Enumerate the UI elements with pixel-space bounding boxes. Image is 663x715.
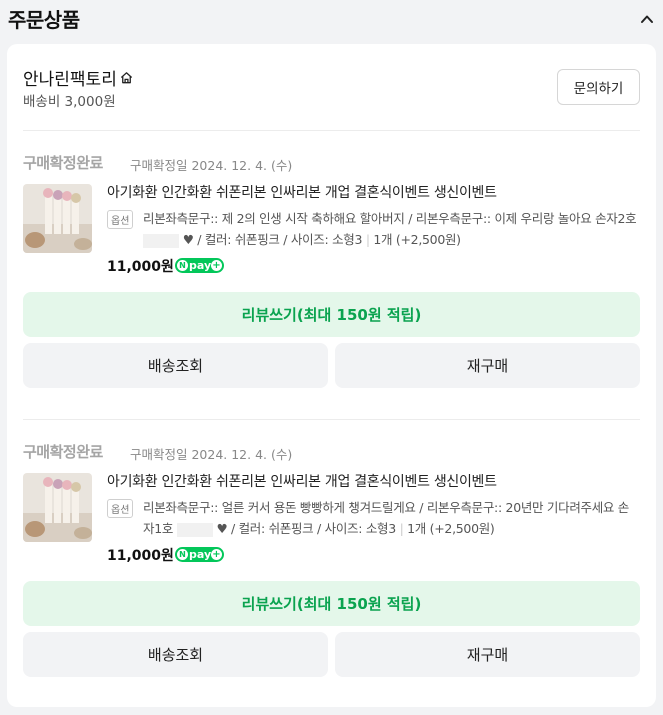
- write-review-button[interactable]: 리뷰쓰기(최대 150원 적립): [23, 581, 640, 626]
- option-text-part2: ♥ / 컬러: 쉬폰핑크 / 사이즈: 소형3: [216, 521, 396, 536]
- reorder-button[interactable]: 재구매: [335, 343, 640, 388]
- option-text-part2: ♥ / 컬러: 쉬폰핑크 / 사이즈: 소형3: [182, 232, 363, 247]
- order-card: 안나린팩토리 배송비 3,000원 문의하기 구매확정완료 구매확정일 2024…: [7, 44, 656, 707]
- reorder-button[interactable]: 재구매: [335, 632, 640, 677]
- seller-name: 안나린팩토리: [23, 70, 117, 90]
- separator: |: [362, 232, 374, 247]
- track-delivery-button[interactable]: 배송조회: [23, 632, 328, 677]
- product-name[interactable]: 아기화환 인간화환 쉬폰리본 인싸리본 개업 결혼식이벤트 생신이벤트: [107, 182, 497, 202]
- order-status: 구매확정완료: [23, 443, 103, 461]
- seller-link[interactable]: 안나린팩토리: [23, 65, 134, 90]
- separator: |: [395, 521, 408, 536]
- divider: [23, 130, 640, 131]
- npay-label: pay: [189, 259, 212, 272]
- confirm-date: 구매확정일 2024. 12. 4. (수): [130, 447, 293, 462]
- order-status: 구매확정완료: [23, 154, 103, 172]
- quantity: 1개 (+2,500원): [373, 232, 461, 247]
- inquiry-button[interactable]: 문의하기: [557, 69, 640, 105]
- section-title: 주문상품: [8, 8, 80, 32]
- option-text: 리본좌측문구:: 제 2의 인생 시작 축하해요 할아버지 / 리본우측문구::…: [143, 208, 637, 250]
- quantity: 1개 (+2,500원): [407, 521, 495, 536]
- price: 11,000원: [107, 259, 174, 275]
- plus-icon: +: [211, 260, 222, 271]
- shipping-fee: 배송비 3,000원: [23, 94, 116, 110]
- option-badge: 옵션: [107, 499, 134, 518]
- product-name[interactable]: 아기화환 인간화환 쉬폰리본 인싸리본 개업 결혼식이벤트 생신이벤트: [107, 471, 497, 491]
- npay-label: pay: [189, 548, 212, 561]
- section-header: 주문상품: [0, 0, 663, 40]
- option-badge: 옵션: [107, 210, 134, 229]
- chevron-up-icon[interactable]: [640, 12, 654, 26]
- npay-n-mark: N: [177, 549, 188, 560]
- write-review-button[interactable]: 리뷰쓰기(최대 150원 적립): [23, 292, 640, 337]
- price: 11,000원: [107, 548, 174, 564]
- masked-text: [143, 233, 179, 248]
- track-delivery-button[interactable]: 배송조회: [23, 343, 328, 388]
- confirm-date: 구매확정일 2024. 12. 4. (수): [130, 158, 293, 173]
- option-text-part1: 리본좌측문구:: 제 2의 인생 시작 축하해요 할아버지 / 리본우측문구::…: [143, 211, 637, 226]
- plus-icon: +: [211, 549, 222, 560]
- npay-n-mark: N: [177, 260, 188, 271]
- product-thumbnail[interactable]: [23, 473, 92, 542]
- option-text: 리본좌측문구:: 얼른 커서 용돈 빵빵하게 챙겨드릴게요 / 리본우측문구::…: [143, 497, 637, 539]
- masked-text: [176, 522, 213, 537]
- npay-logo-icon: N pay +: [175, 547, 224, 562]
- divider: [23, 419, 640, 420]
- order-item: 구매확정완료 구매확정일 2024. 12. 4. (수) 아기화환 인간화환 …: [7, 152, 656, 422]
- home-icon: [120, 72, 132, 84]
- order-item: 구매확정완료 구매확정일 2024. 12. 4. (수) 아기화환 인간화환 …: [7, 441, 656, 711]
- npay-logo-icon: N pay +: [175, 258, 224, 273]
- product-thumbnail[interactable]: [23, 184, 92, 253]
